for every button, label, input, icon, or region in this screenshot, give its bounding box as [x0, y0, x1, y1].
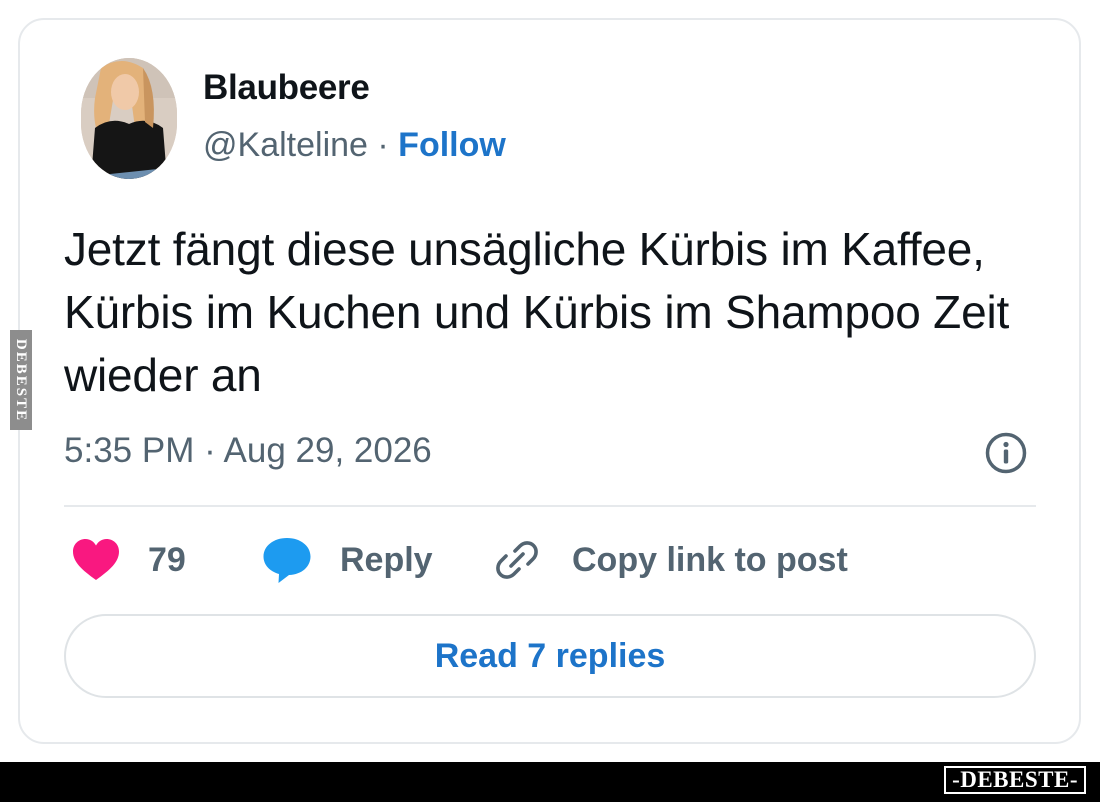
avatar-photo: [81, 58, 177, 179]
avatar[interactable]: [81, 58, 177, 179]
speech-bubble-icon: [263, 538, 311, 583]
follow-button[interactable]: Follow: [398, 126, 506, 164]
footer-bar: -DEBESTE-: [0, 762, 1100, 802]
heart-icon: [73, 539, 119, 580]
user-handle[interactable]: @Kalteline: [203, 126, 368, 164]
read-replies-button[interactable]: Read 7 replies: [64, 614, 1036, 698]
link-icon: [496, 541, 538, 579]
like-count: 79: [148, 540, 186, 579]
copy-link-label: Copy link to post: [572, 540, 848, 579]
handle-separator: ·: [377, 126, 389, 164]
handle-row: @Kalteline · Follow: [203, 126, 506, 165]
reply-button[interactable]: Reply: [262, 532, 433, 588]
copy-link-button[interactable]: Copy link to post: [494, 532, 848, 588]
post-timestamp[interactable]: 5:35 PM · Aug 29, 2026: [64, 431, 432, 471]
divider: [64, 505, 1036, 507]
side-watermark-text: DEBESTE: [13, 338, 30, 422]
reply-label: Reply: [340, 540, 433, 579]
post-text: Jetzt fängt diese unsägliche Kürbis im K…: [64, 223, 1010, 401]
side-watermark: DEBESTE: [10, 330, 32, 430]
footer-watermark-logo: -DEBESTE-: [944, 766, 1086, 794]
like-button[interactable]: 79: [72, 532, 186, 588]
info-icon[interactable]: [984, 431, 1028, 475]
display-name[interactable]: Blaubeere: [203, 68, 370, 108]
